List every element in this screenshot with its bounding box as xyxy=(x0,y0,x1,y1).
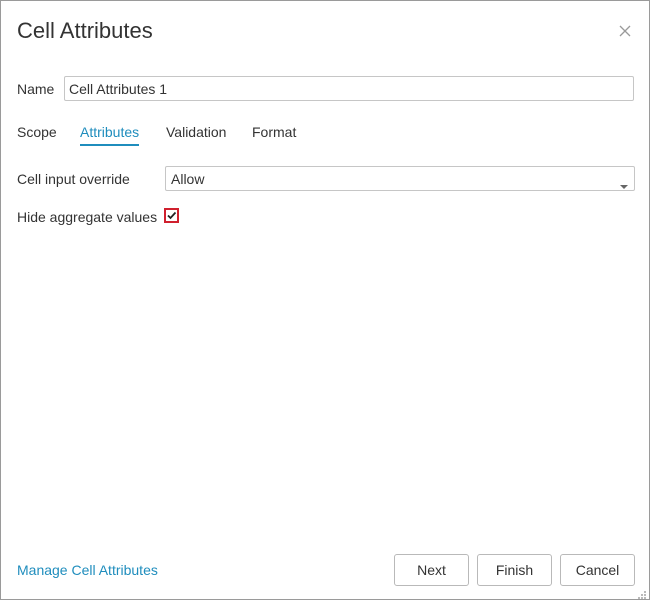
dialog-title: Cell Attributes xyxy=(17,18,153,43)
hide-aggregate-values-label: Hide aggregate values xyxy=(17,209,158,225)
cell-attributes-dialog: Cell Attributes Name Scope Attributes Va… xyxy=(0,0,650,600)
name-input[interactable] xyxy=(64,76,634,101)
manage-cell-attributes-link[interactable]: Manage Cell Attributes xyxy=(17,562,158,578)
cell-input-override-label: Cell input override xyxy=(17,171,130,187)
tab-validation[interactable]: Validation xyxy=(166,124,226,144)
cancel-button[interactable]: Cancel xyxy=(560,554,635,586)
cell-input-override-value: Allow xyxy=(171,171,205,187)
resize-grip-icon[interactable] xyxy=(637,587,647,599)
cell-input-override-select[interactable]: Allow xyxy=(165,166,635,191)
tab-scope[interactable]: Scope xyxy=(17,124,57,144)
tab-format[interactable]: Format xyxy=(252,124,296,144)
caret-down-icon xyxy=(620,177,628,193)
finish-button[interactable]: Finish xyxy=(477,554,552,586)
checkmark-icon xyxy=(167,211,177,220)
name-label: Name xyxy=(17,81,55,97)
next-button[interactable]: Next xyxy=(394,554,469,586)
close-icon[interactable] xyxy=(617,23,633,39)
tab-attributes[interactable]: Attributes xyxy=(80,124,140,146)
hide-aggregate-values-checkbox[interactable] xyxy=(164,208,179,223)
